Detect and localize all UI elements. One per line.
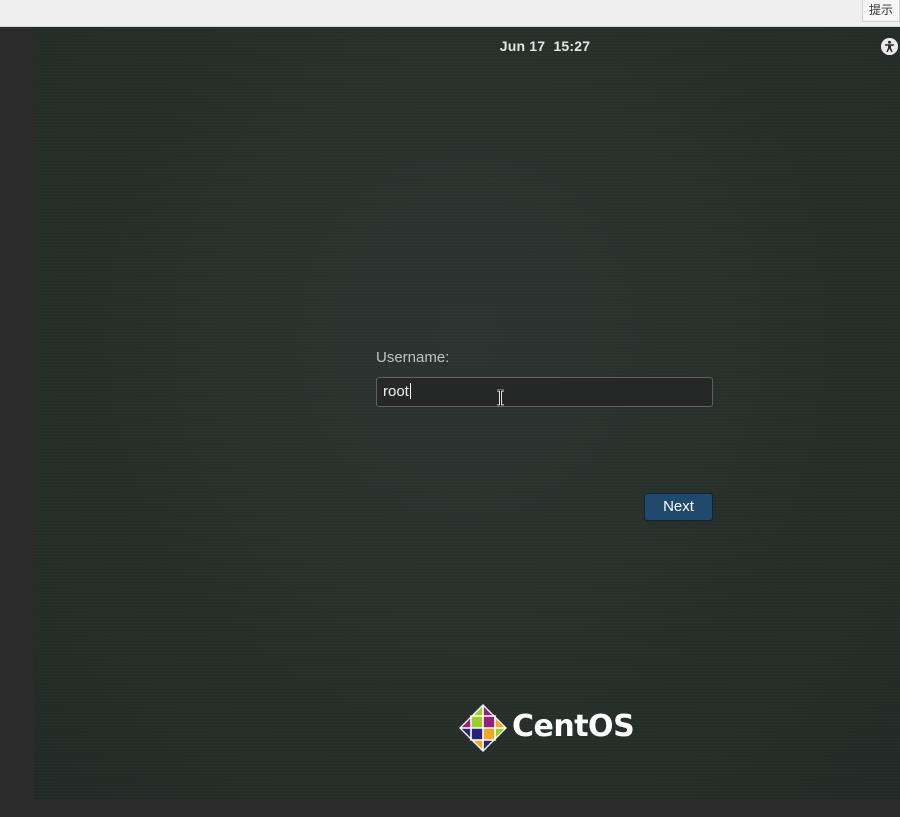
wallpaper	[34, 27, 900, 800]
centos-logo-icon	[459, 704, 507, 752]
hint-button[interactable]: 提示	[862, 0, 900, 22]
centos-logo: CentOS	[459, 704, 635, 754]
text-caret	[409, 383, 411, 399]
clock[interactable]: Jun 17 15:27	[0, 38, 900, 54]
host-toolbar: 提示	[0, 0, 900, 27]
next-button[interactable]: Next	[644, 493, 713, 521]
username-input[interactable]: root	[376, 377, 713, 407]
centos-logo-text: CentOS	[512, 709, 635, 744]
username-value: root	[383, 383, 409, 400]
ibeam-cursor-icon	[497, 389, 504, 407]
username-label: Username:	[376, 349, 450, 366]
accessibility-icon[interactable]	[881, 38, 898, 55]
